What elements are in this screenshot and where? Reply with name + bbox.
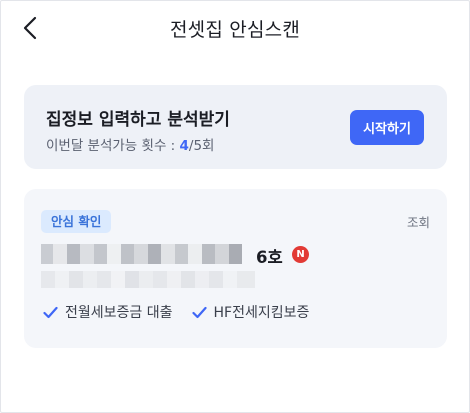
scan-result-card[interactable]: 안심 확인 조회 6호 N 전월세보증금 대출 HF전세지킴보증 [24,189,447,348]
feature-label: 전월세보증금 대출 [65,305,173,321]
unit-number: 6호 [256,248,283,267]
analysis-promo-card: 집정보 입력하고 분석받기 이번달 분석가능 횟수 : 4/5회 시작하기 [24,85,447,169]
page-title: 전셋집 안심스캔 [170,19,300,41]
safety-status-badge: 안심 확인 [41,210,112,233]
start-button[interactable]: 시작하기 [350,110,424,145]
address-redacted-line2 [41,271,255,288]
promo-headline: 집정보 입력하고 분석받기 [46,110,230,130]
feature-item-deposit-loan: 전월세보증금 대출 [43,302,173,322]
quota-used: 4 [179,138,189,154]
check-icon [43,306,58,318]
top-bar: 전셋집 안심스캔 [0,0,470,58]
quota-total: /5회 [188,138,215,154]
feature-label: HF전세지킴보증 [213,305,310,321]
new-badge: N [292,246,309,263]
feature-item-hf-guarantee: HF전세지킴보증 [191,302,310,322]
quota-label: 이번달 분석가능 횟수 : [46,138,180,154]
check-icon [191,306,207,318]
analysis-quota: 이번달 분석가능 횟수 : 4/5회 [46,134,214,154]
address-redacted-line1 [41,244,254,264]
feature-list: 전월세보증금 대출 HF전세지킴보증 [43,302,328,322]
view-count-label: 조회 [406,215,430,230]
